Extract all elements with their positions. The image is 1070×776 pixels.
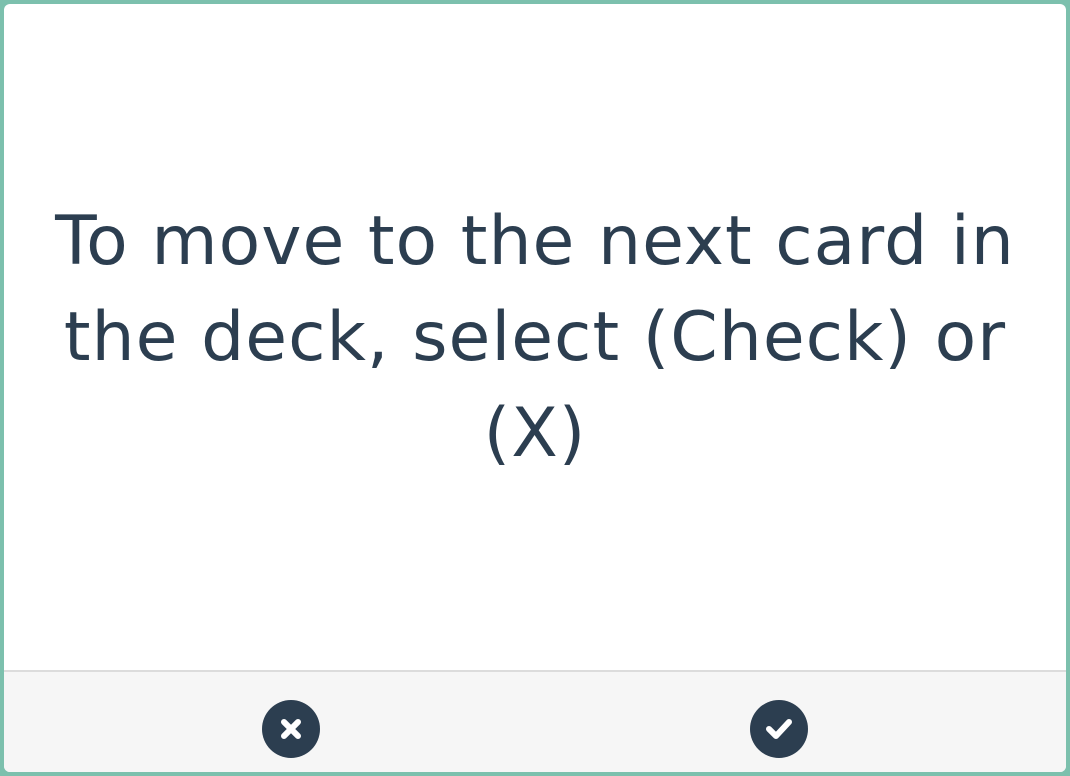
card-text: To move to the next card in the deck, se… (55, 201, 1015, 473)
card-face[interactable]: To move to the next card in the deck, se… (4, 4, 1066, 671)
app-frame: To move to the next card in the deck, se… (0, 0, 1070, 776)
close-icon (281, 719, 301, 739)
check-icon (766, 719, 792, 739)
card-footer (4, 670, 1066, 772)
x-button[interactable] (262, 700, 320, 758)
check-button[interactable] (750, 700, 808, 758)
flashcard: To move to the next card in the deck, se… (4, 4, 1066, 772)
